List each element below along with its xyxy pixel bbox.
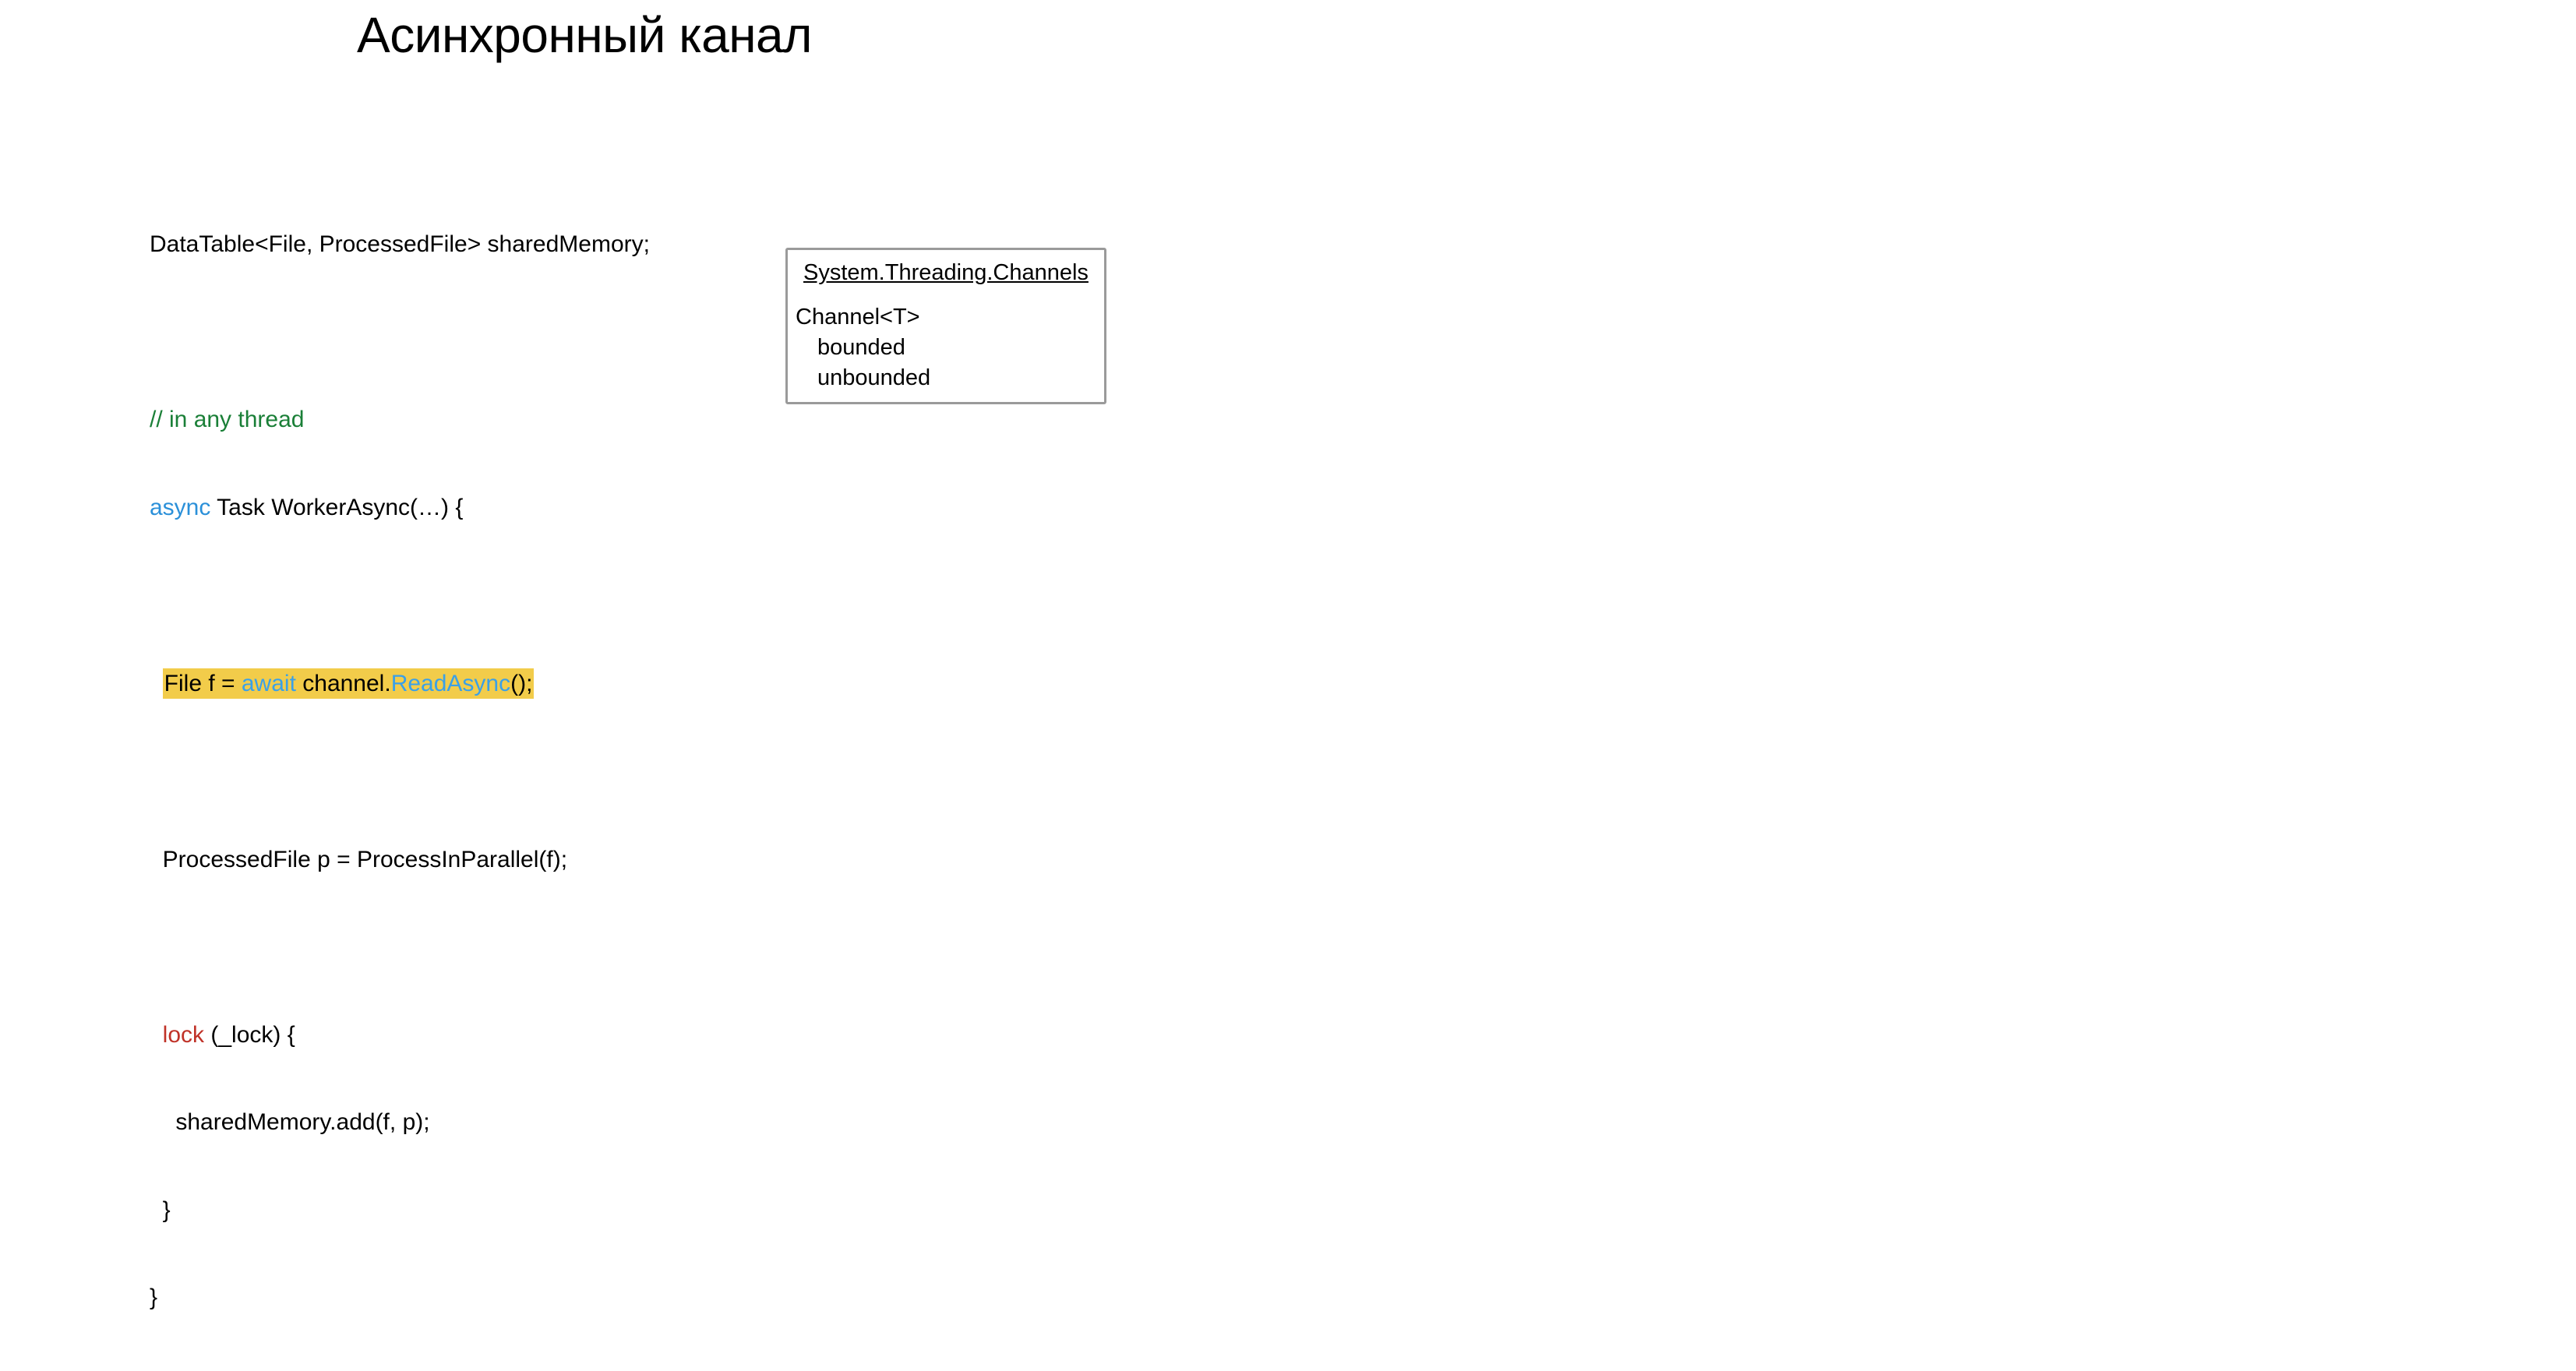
code-comment: // in any thread: [150, 405, 650, 435]
method-readasync: ReadAsync: [391, 671, 510, 696]
code-lock-rest: (_lock) {: [204, 1022, 295, 1048]
slide: Асинхронный канал DataTable<File, Proces…: [0, 0, 1169, 612]
code-line-3: async Task WorkerAsync(…) {: [150, 493, 650, 523]
code-line-6: lock (_lock) {: [150, 1020, 650, 1050]
code-line-8: }: [150, 1196, 650, 1225]
code-line-4: File f = await channel.ReadAsync();: [150, 668, 650, 700]
code-line-5: ProcessedFile p = ProcessInParallel(f);: [150, 845, 650, 875]
code-line-1: DataTable<File, ProcessedFile> sharedMem…: [150, 230, 650, 259]
info-box-line-1: Channel<T>: [796, 302, 1098, 333]
keyword-lock: lock: [163, 1022, 204, 1048]
keyword-await: await: [242, 671, 296, 696]
info-box-line-3: unbounded: [817, 363, 1098, 393]
code-blank-2: [150, 580, 650, 610]
code-block: DataTable<File, ProcessedFile> sharedMem…: [150, 171, 650, 1371]
info-box-heading: System.Threading.Channels: [803, 258, 1098, 288]
code-indent: [150, 1022, 163, 1048]
code-blank-4: [150, 932, 650, 962]
code-blank-3: [150, 757, 650, 787]
code-line-3-rest: Task WorkerAsync(…) {: [210, 495, 463, 520]
code-call-end: ();: [510, 671, 532, 696]
code-channel-dot: channel.: [296, 671, 391, 696]
code-file-decl: File f =: [164, 671, 242, 696]
slide-title: Асинхронный канал: [0, 6, 1169, 64]
code-line-7: sharedMemory.add(f, p);: [150, 1108, 650, 1137]
info-box: System.Threading.Channels Channel<T> bou…: [785, 248, 1106, 404]
code-line-9: }: [150, 1283, 650, 1313]
code-blank-1: [150, 318, 650, 347]
keyword-async: async: [150, 495, 210, 520]
info-box-line-2: bounded: [817, 333, 1098, 363]
highlighted-line: File f = await channel.ReadAsync();: [163, 668, 535, 700]
